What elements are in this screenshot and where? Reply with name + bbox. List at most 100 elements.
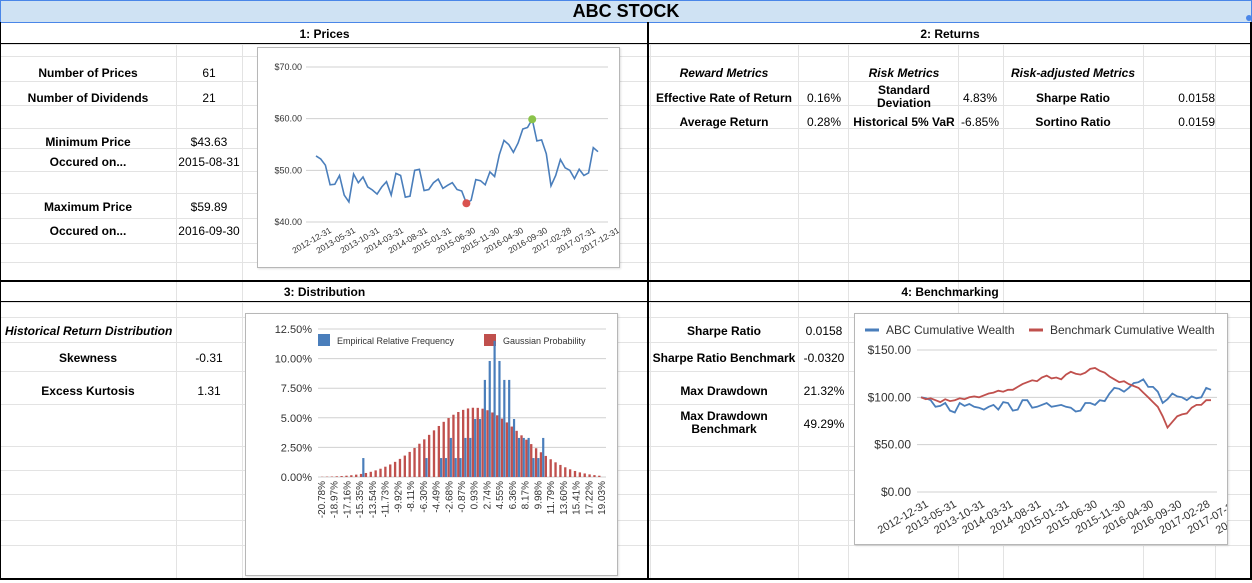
empirical-bar	[512, 418, 516, 477]
max-date-value[interactable]: 2016-09-30	[176, 224, 242, 238]
sharpe-ratio-value[interactable]: 0.0158	[1143, 91, 1215, 105]
dist-y-tick: 7.50%	[281, 383, 312, 395]
empirical-bar	[469, 437, 472, 477]
sortino-ratio-label[interactable]: Sortino Ratio	[1003, 115, 1143, 129]
min-price-label[interactable]: Minimum Price	[0, 135, 176, 149]
var-label[interactable]: Historical 5% VaR	[850, 115, 958, 129]
gaussian-bar	[496, 415, 499, 477]
max-price-value[interactable]: $59.89	[176, 200, 242, 214]
price-y-tick: $50.00	[274, 165, 302, 175]
dist-x-tick: 0.93%	[470, 481, 481, 509]
abc-wealth-line	[920, 378, 1212, 414]
max-drawdown-label[interactable]: Max Drawdown	[650, 384, 798, 398]
risk-adjusted-metrics-header[interactable]: Risk-adjusted Metrics	[1003, 66, 1143, 80]
border-bottom	[0, 578, 1252, 580]
empirical-bar	[522, 437, 525, 477]
grid-row-line	[0, 171, 1252, 172]
max-price-label[interactable]: Maximum Price	[0, 200, 176, 214]
distribution-chart[interactable]: 12.50% 10.00% 7.50% 5.00% 2.50% 0.00% Empirica…	[245, 313, 618, 576]
dist-y-tick: 2.50%	[281, 442, 312, 454]
min-date-value[interactable]: 2015-08-31	[176, 155, 242, 169]
effective-rate-label[interactable]: Effective Rate of Return	[650, 91, 798, 105]
price-marker	[528, 115, 537, 124]
border-top	[0, 43, 1252, 44]
dist-x-tick: 8.17%	[521, 481, 532, 509]
std-dev-label[interactable]: Standard Deviation	[850, 84, 958, 110]
grid-row-line	[0, 44, 1252, 45]
gaussian-bar	[505, 422, 509, 477]
gaussian-bar	[408, 451, 411, 477]
num-prices-value[interactable]: 61	[176, 66, 242, 80]
sheet-title[interactable]: ABC STOCK	[0, 0, 1252, 23]
min-date-label[interactable]: Occured on...	[0, 155, 176, 169]
risk-metrics-header[interactable]: Risk Metrics	[850, 66, 958, 80]
dist-x-tick: -17.16%	[342, 481, 353, 518]
max-date-label[interactable]: Occured on...	[0, 224, 176, 238]
gaussian-bar	[340, 476, 343, 477]
max-drawdown-value[interactable]: 21.32%	[800, 384, 848, 398]
gaussian-bar	[384, 466, 387, 477]
grid-row-line	[0, 81, 1252, 82]
skewness-value[interactable]: -0.31	[176, 351, 242, 365]
dist-x-tick: -9.92%	[393, 481, 404, 513]
std-dev-value[interactable]: 4.83%	[958, 91, 1002, 105]
return-distribution-header[interactable]: Historical Return Distribution	[5, 324, 180, 338]
dist-x-tick: -18.97%	[330, 481, 341, 518]
selection-handle[interactable]	[1246, 15, 1252, 21]
bench-sharpe-label[interactable]: Sharpe Ratio	[650, 324, 798, 338]
gaussian-bar	[578, 472, 582, 477]
gaussian-bar	[403, 455, 406, 477]
dist-y-tick: 0.00%	[281, 472, 312, 484]
sharpe-benchmark-value[interactable]: -0.0320	[800, 351, 848, 365]
num-dividends-label[interactable]: Number of Dividends	[0, 91, 176, 105]
gaussian-bar	[510, 426, 513, 477]
empirical-bar	[542, 437, 545, 477]
gaussian-bar	[466, 408, 470, 477]
gaussian-bar	[350, 475, 353, 477]
skewness-label[interactable]: Skewness	[0, 351, 176, 365]
average-return-value[interactable]: 0.28%	[800, 115, 848, 129]
sharpe-ratio-label[interactable]: Sharpe Ratio	[1003, 91, 1143, 105]
gaussian-bar	[452, 414, 455, 477]
bench-sharpe-value[interactable]: 0.0158	[800, 324, 848, 338]
gaussian-bar	[359, 473, 363, 477]
dist-x-tick: -11.73%	[381, 481, 392, 518]
var-value[interactable]: -6.85%	[958, 115, 1002, 129]
empirical-bar	[508, 379, 511, 477]
grid-col-line	[798, 44, 799, 580]
reward-metrics-header[interactable]: Reward Metrics	[650, 66, 798, 80]
gaussian-bar	[568, 469, 572, 477]
max-drawdown-benchmark-label[interactable]: Max Drawdown Benchmark	[650, 410, 798, 436]
excess-kurtosis-label[interactable]: Excess Kurtosis	[0, 384, 176, 398]
section-header-prices[interactable]: 1: Prices	[2, 24, 647, 43]
gaussian-bar	[379, 468, 382, 477]
sharpe-benchmark-label[interactable]: Sharpe Ratio Benchmark	[650, 351, 798, 365]
sortino-ratio-value[interactable]: 0.0159	[1143, 115, 1215, 129]
section-header-returns[interactable]: 2: Returns	[650, 24, 1250, 43]
empirical-bar	[444, 458, 448, 477]
excess-kurtosis-value[interactable]: 1.31	[176, 384, 242, 398]
min-price-value[interactable]: $43.63	[176, 135, 242, 149]
bench-y-tick: $150.00	[868, 343, 912, 357]
num-prices-label[interactable]: Number of Prices	[0, 66, 176, 80]
empirical-bar	[474, 418, 477, 477]
prices-chart[interactable]: $70.00 $60.00 $50.00 $40.00 2012-12-31 2013-0…	[257, 47, 621, 268]
dist-x-tick: -6.30%	[419, 481, 430, 513]
gaussian-bar	[486, 410, 489, 477]
empirical-bar	[478, 418, 482, 477]
grid-col-line	[242, 44, 243, 580]
price-y-tick: $40.00	[274, 217, 302, 227]
section-header-benchmarking[interactable]: 4: Benchmarking	[650, 282, 1250, 301]
gaussian-bar	[437, 425, 441, 477]
grid-col-line	[176, 44, 177, 580]
gaussian-bar	[418, 443, 421, 477]
section-header-distribution[interactable]: 3: Distribution	[2, 282, 647, 301]
max-drawdown-benchmark-value[interactable]: 49.29%	[800, 417, 848, 431]
legend-benchmark-label: Benchmark Cumulative Wealth	[1050, 323, 1215, 337]
effective-rate-value[interactable]: 0.16%	[800, 91, 848, 105]
gaussian-bar	[598, 475, 601, 477]
average-return-label[interactable]: Average Return	[650, 115, 798, 129]
benchmark-chart[interactable]: $150.00 $100.00 $50.00 $0.00 ABC Cumulative …	[854, 313, 1252, 545]
num-dividends-value[interactable]: 21	[176, 91, 242, 105]
gaussian-bar	[500, 418, 504, 477]
